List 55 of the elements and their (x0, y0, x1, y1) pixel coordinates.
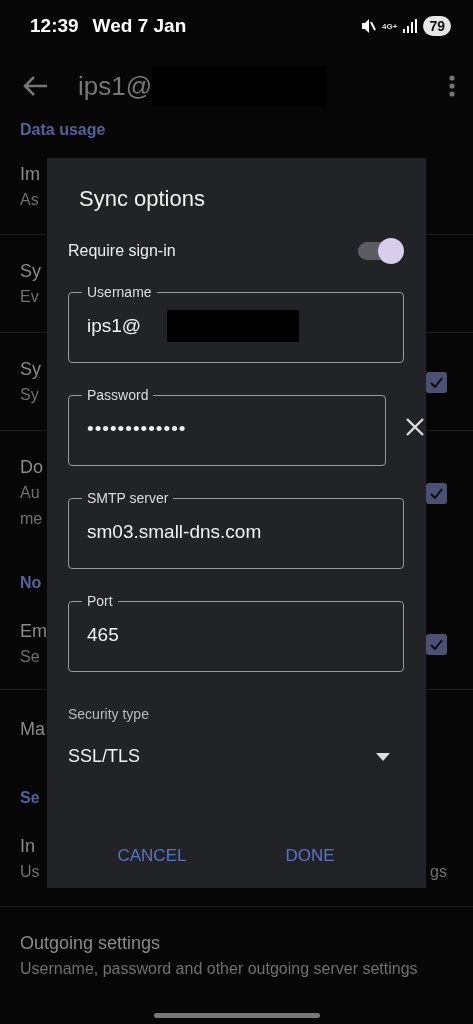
close-icon[interactable] (404, 415, 426, 438)
section-header: Data usage (20, 121, 106, 138)
field-value[interactable]: sm03.small-dns.com (87, 521, 367, 543)
check-icon (430, 638, 443, 650)
field-value[interactable]: 465 (87, 624, 367, 646)
setting-title: In (20, 836, 35, 856)
dialog-title: Sync options (79, 186, 206, 212)
setting-title: Ma (20, 719, 45, 739)
text-field[interactable]: Password ••••••••••••• (68, 387, 386, 466)
account-title: ips1@ (78, 70, 153, 102)
setting-summary: me (20, 509, 43, 529)
setting-summary: Ev (20, 287, 39, 307)
field-label: Security type (68, 706, 149, 722)
text-field[interactable]: Port 465 (68, 593, 404, 672)
field-value[interactable]: ips1@ (87, 315, 167, 337)
done-button[interactable]: DONE (277, 842, 343, 870)
setting-summary: Username, password and other outgoing server settings (20, 959, 418, 979)
status-time: 12:39 (30, 15, 79, 37)
battery-level: 79 (423, 16, 451, 36)
status-date: Wed 7 Jan (92, 15, 187, 37)
setting-summary: Au (20, 483, 40, 503)
checkbox[interactable] (426, 633, 447, 655)
setting-title: Do (20, 457, 43, 477)
setting-summary: Us (20, 862, 40, 882)
field-label: Port (86, 593, 114, 609)
field-label: SMTP server (86, 490, 170, 506)
signal-icon (403, 19, 418, 33)
checkbox[interactable] (426, 482, 447, 504)
setting-title: Em (20, 621, 47, 641)
field-label: Username (86, 284, 153, 300)
security-type-dropdown[interactable]: SSL/TLS (68, 746, 404, 767)
check-icon (430, 487, 443, 499)
field-label: Password (86, 387, 150, 403)
setting-title: Outgoing settings (20, 933, 161, 953)
section-header: No (20, 574, 42, 591)
check-icon (430, 376, 443, 388)
setting-title: Sy (20, 261, 41, 281)
setting-title: Sy (20, 359, 41, 379)
cancel-button[interactable]: CANCEL (109, 842, 195, 870)
dropdown-caret-icon (376, 752, 390, 761)
checkbox[interactable] (426, 371, 447, 393)
text-field[interactable]: Username ips1@ (68, 284, 404, 363)
text-field[interactable]: SMTP server sm03.small-dns.com (68, 490, 404, 569)
back-arrow-icon[interactable] (22, 75, 48, 97)
network-type: 4G+ (382, 21, 398, 31)
switch-label: Require sign-in (68, 242, 176, 260)
section-header: Se (20, 789, 40, 806)
more-menu-icon[interactable] (449, 75, 455, 97)
setting-summary: Se (20, 647, 40, 667)
mute-icon (361, 18, 377, 34)
setting-title: Im (20, 164, 40, 184)
setting-summary: Sy (20, 385, 39, 405)
setting-summary: As (20, 190, 39, 210)
setting-summary: gs (430, 862, 447, 882)
field-value[interactable]: ••••••••••••• (87, 418, 367, 440)
